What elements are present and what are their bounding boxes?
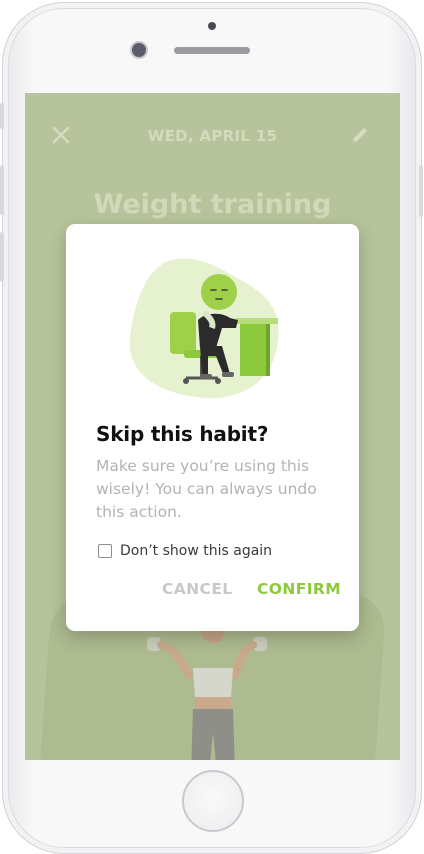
phone-mute-switch <box>0 103 4 129</box>
phone-volume-down <box>0 232 4 282</box>
proximity-sensor <box>208 22 216 30</box>
dialog-title: Skip this habit? <box>96 422 269 446</box>
habit-date: WED, APRIL 15 <box>147 127 278 145</box>
dialog-message: Make sure you’re using this wisely! You … <box>96 457 317 521</box>
habit-header: WED, APRIL 15 Weight training <box>25 93 400 233</box>
dont-show-again-checkbox[interactable] <box>98 544 112 558</box>
cancel-button[interactable]: CANCEL <box>162 580 233 598</box>
weightlifter-illustration <box>147 619 267 760</box>
phone-volume-up <box>0 165 4 215</box>
home-button[interactable] <box>182 770 244 832</box>
phone-power-button <box>419 165 423 217</box>
dont-show-again-checkbox-row[interactable]: Don’t show this again <box>98 541 272 561</box>
tired-person-at-desk-illustration <box>129 258 279 399</box>
confirm-button[interactable]: CONFIRM <box>257 580 341 598</box>
earpiece-speaker <box>174 47 250 54</box>
pencil-icon[interactable] <box>350 125 370 145</box>
dont-show-again-label: Don’t show this again <box>120 543 273 559</box>
front-camera <box>132 43 146 57</box>
habit-title: Weight training <box>93 189 332 220</box>
skip-habit-dialog: Skip this habit? Make sure you’re using … <box>66 224 359 631</box>
